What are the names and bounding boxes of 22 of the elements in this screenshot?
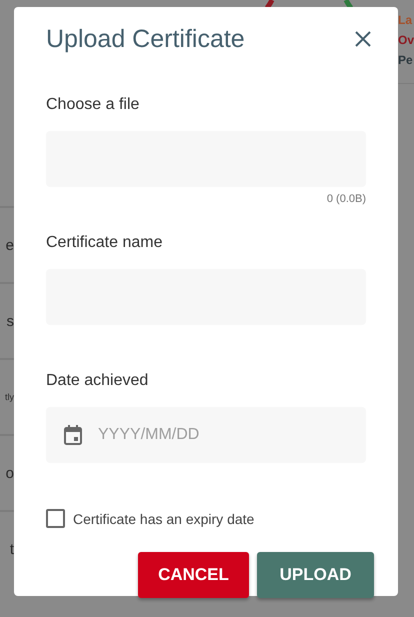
field-label: Date achieved	[46, 371, 150, 391]
close-icon[interactable]	[354, 30, 372, 48]
checkbox-label: Certificate has an expiry date	[73, 510, 254, 526]
dialog-title: Upload Certificate	[46, 24, 245, 54]
chart-arc-drawing	[343, 0, 355, 8]
file-size-text: 0 (0.0B)	[326, 193, 366, 207]
row-text-fragment: o	[6, 464, 14, 482]
row-text-fragment: e	[6, 236, 14, 254]
date-input-field[interactable]: YYYY/MM/DD	[46, 407, 366, 463]
legend-text-fragment: Pe	[398, 52, 414, 69]
row-text-fragment: s	[6, 312, 14, 330]
upload-button[interactable]: UPLOAD	[257, 552, 374, 598]
calendar-icon	[64, 425, 82, 445]
cancel-button[interactable]: CANCEL	[138, 552, 249, 598]
field-label: Choose a file	[46, 95, 140, 115]
row-text-fragment: tly	[5, 392, 14, 402]
row-text-fragment: t	[10, 540, 14, 558]
expiry-checkbox[interactable]	[46, 509, 65, 528]
field-label: Certificate name	[46, 233, 164, 253]
legend-text-fragment: La	[398, 12, 414, 29]
legend-text-fragment: Ov	[398, 32, 414, 49]
chart-arc-drawing	[263, 0, 275, 8]
